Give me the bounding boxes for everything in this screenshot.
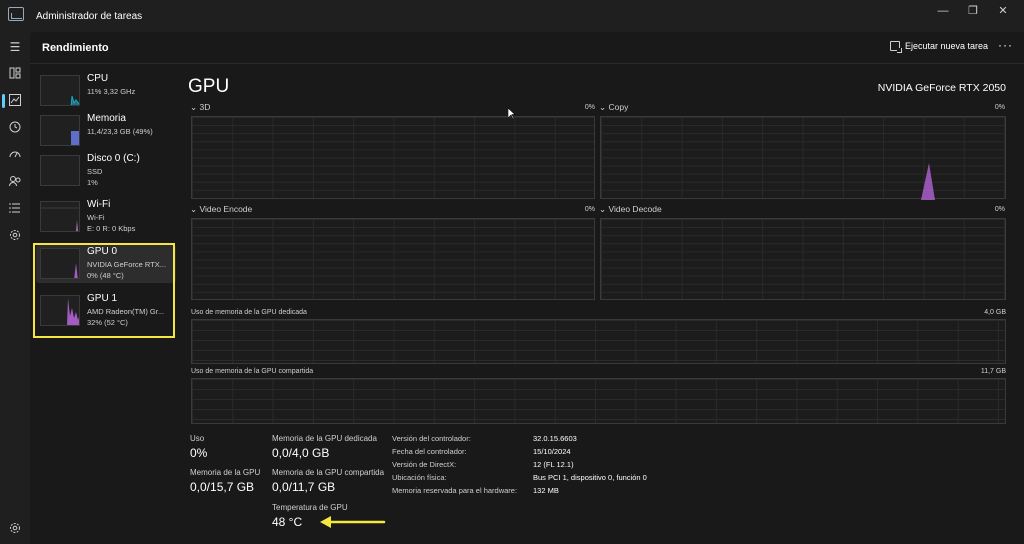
graph-video-decode — [600, 218, 1006, 300]
info-key-driver-date: Fecha del controlador: — [392, 447, 467, 456]
title-bar: Administrador de tareas — ❐ ✕ — [0, 0, 1024, 32]
graph-shared-memory — [191, 378, 1006, 424]
info-val-driver-version: 32.0.15.6603 — [533, 434, 577, 443]
history-icon[interactable] — [8, 121, 22, 135]
dedicated-mem-max: 4,0 GB — [984, 309, 1006, 316]
cpu-thumbnail — [40, 75, 80, 106]
content-area: Rendimiento Ejecutar nueva tarea ··· CPU… — [30, 32, 1024, 544]
device-item-memory[interactable]: Memoria 11,4/23,3 GB (49%) — [36, 112, 176, 150]
active-indicator — [2, 94, 5, 108]
device-name: Wi-Fi — [87, 199, 111, 210]
temperature-value: 48 °C — [272, 515, 303, 529]
shared-mem-label: Uso de memoria de la GPU compartida — [191, 368, 314, 375]
engine-dropdown-video-decode[interactable]: ⌄ Video Decode — [599, 204, 662, 215]
restore-button[interactable]: ❐ — [962, 4, 984, 18]
info-val-location: Bus PCI 1, dispositivo 0, función 0 — [533, 473, 647, 482]
device-name: CPU — [87, 73, 109, 84]
page-header: Rendimiento Ejecutar nueva tarea ··· — [30, 32, 1024, 64]
engine-dropdown-video-encode[interactable]: ⌄ Video Encode — [190, 204, 252, 215]
engine-pct-copy: 0% — [994, 104, 1005, 111]
task-manager-icon — [8, 7, 24, 21]
shared-mem-stat-value: 0,0/11,7 GB — [272, 480, 336, 494]
mouse-cursor-icon — [508, 108, 516, 120]
engine-pct-3d: 0% — [584, 104, 595, 111]
info-val-driver-date: 15/10/2024 — [533, 447, 571, 456]
copy-spike — [921, 163, 935, 200]
device-item-wifi[interactable]: Wi-Fi Wi-Fi E: 0 R: 0 Kbps — [36, 198, 176, 236]
dedicated-mem-stat-value: 0,0/4,0 GB — [272, 446, 330, 460]
temperature-label: Temperatura de GPU — [272, 503, 348, 512]
info-val-directx: 12 (FL 12.1) — [533, 460, 574, 469]
page-title: Rendimiento — [42, 42, 109, 54]
wifi-thumbnail — [40, 201, 80, 232]
gpu-mem-stat-label: Memoria de la GPU — [190, 468, 261, 477]
device-detail: 11% 3,32 GHz — [87, 87, 136, 96]
info-key-directx: Versión de DirectX: — [392, 460, 457, 469]
window-title: Administrador de tareas — [36, 11, 143, 22]
info-key-reserved-memory: Memoria reservada para el hardware: — [392, 486, 518, 495]
shared-mem-stat-label: Memoria de la GPU compartida — [272, 468, 385, 477]
processes-icon[interactable] — [8, 67, 22, 81]
run-new-task-button[interactable]: Ejecutar nueva tarea — [890, 41, 989, 53]
engine-dropdown-3d[interactable]: ⌄ 3D — [190, 102, 210, 113]
engine-pct-video-encode: 0% — [584, 206, 595, 213]
graph-copy — [600, 116, 1006, 200]
users-icon[interactable] — [8, 175, 22, 189]
graph-dedicated-memory — [191, 319, 1006, 364]
startup-icon[interactable] — [8, 148, 22, 162]
device-detail: 1% — [87, 178, 98, 187]
disk-thumbnail — [40, 155, 80, 186]
run-task-label: Ejecutar nueva tarea — [905, 41, 989, 51]
info-key-location: Ubicación física: — [392, 473, 447, 482]
device-detail: 11,4/23,3 GB (49%) — [87, 127, 153, 136]
graph-video-encode — [191, 218, 595, 300]
engine-pct-video-decode: 0% — [994, 206, 1005, 213]
device-name: Disco 0 (C:) — [87, 153, 140, 164]
shared-mem-max: 11,7 GB — [980, 368, 1006, 375]
info-val-reserved-memory: 132 MB — [533, 486, 559, 495]
gpu-title: GPU — [188, 76, 230, 97]
gpu-device-name: NVIDIA GeForce RTX 2050 — [877, 82, 1006, 94]
usage-value: 0% — [190, 446, 208, 460]
device-item-disk[interactable]: Disco 0 (C:) SSD 1% — [36, 152, 176, 190]
more-options-button[interactable]: ··· — [998, 38, 1013, 52]
usage-label: Uso — [190, 434, 205, 443]
nav-rail: ☰ — [0, 32, 30, 544]
device-detail: SSD — [87, 167, 103, 176]
details-icon[interactable] — [8, 202, 22, 216]
close-button[interactable]: ✕ — [992, 4, 1014, 18]
minimize-button[interactable]: — — [932, 4, 954, 18]
dedicated-mem-stat-label: Memoria de la GPU dedicada — [272, 434, 377, 443]
graph-3d — [191, 116, 595, 199]
device-detail: E: 0 R: 0 Kbps — [87, 224, 136, 233]
gpu-highlight-box — [33, 243, 175, 338]
dedicated-mem-label: Uso de memoria de la GPU dedicada — [191, 309, 307, 316]
engine-dropdown-copy[interactable]: ⌄ Copy — [599, 102, 628, 113]
menu-icon[interactable]: ☰ — [8, 40, 22, 54]
run-task-icon — [890, 41, 902, 53]
gpu-mem-stat-value: 0,0/15,7 GB — [190, 480, 255, 494]
arrow-annotation-icon — [320, 516, 386, 528]
services-icon[interactable] — [8, 229, 22, 243]
info-key-driver-version: Versión del controlador: — [392, 434, 471, 443]
performance-icon[interactable] — [8, 94, 22, 108]
device-item-cpu[interactable]: CPU 11% 3,32 GHz — [36, 72, 176, 110]
device-detail: Wi-Fi — [87, 213, 105, 222]
settings-icon[interactable] — [9, 522, 21, 534]
device-name: Memoria — [87, 113, 126, 124]
memory-thumbnail — [40, 115, 80, 146]
